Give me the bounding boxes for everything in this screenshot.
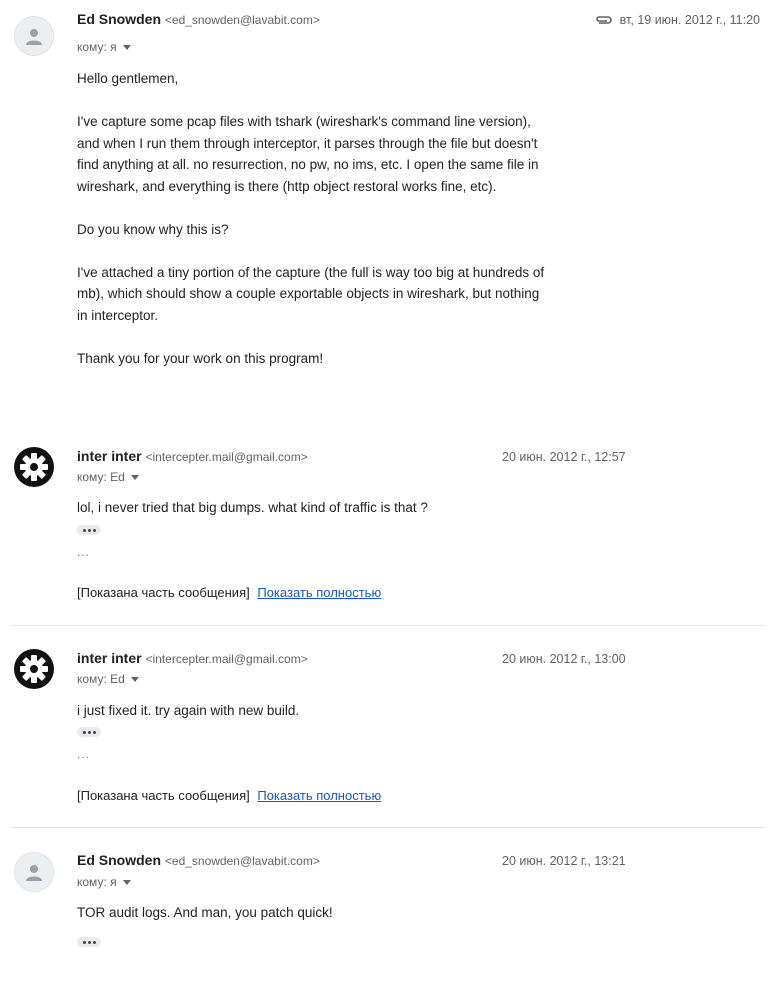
chevron-down-icon	[122, 879, 131, 885]
chevron-down-icon	[122, 44, 131, 50]
chevron-down-icon	[130, 474, 139, 480]
sender-name[interactable]: Ed Snowden	[77, 852, 161, 868]
ellipsis-text: ...	[77, 545, 91, 559]
show-trimmed-content-button[interactable]	[77, 937, 101, 947]
truncated-note: [Показана часть сообщения]	[77, 788, 250, 803]
message-date: 20 июн. 2012 г., 12:57	[502, 450, 626, 464]
show-trimmed-content-button[interactable]	[77, 525, 101, 535]
recipient-label: кому: Ed	[77, 470, 125, 484]
sender-name[interactable]: inter inter	[77, 448, 142, 464]
message-date: 20 июн. 2012 г., 13:21	[502, 854, 626, 868]
show-trimmed-content-button[interactable]	[77, 727, 101, 737]
body-paragraph: I've attached a tiny portion of the capt…	[77, 264, 545, 323]
message-snippet: lol, i never tried that big dumps. what …	[77, 500, 428, 515]
sender-name[interactable]: inter inter	[77, 650, 142, 666]
date-text: 20 июн. 2012 г., 13:00	[502, 652, 626, 666]
message-date: 20 июн. 2012 г., 13:00	[502, 652, 626, 666]
sender-avatar[interactable]	[14, 649, 54, 689]
recipient-toggle[interactable]: кому: Ed	[77, 672, 139, 686]
recipient-label: кому: я	[77, 40, 117, 54]
truncated-notice: [Показана часть сообщения] Показать полн…	[77, 788, 381, 803]
date-text: 20 июн. 2012 г., 12:57	[502, 450, 626, 464]
ellipsis-text: ...	[77, 747, 91, 761]
truncated-notice: [Показана часть сообщения] Показать полн…	[77, 585, 381, 600]
person-icon	[26, 865, 42, 881]
message-snippet: TOR audit logs. And man, you patch quick…	[77, 905, 333, 920]
date-text: вт, 19 июн. 2012 г., 11:20	[619, 13, 760, 27]
sender-avatar[interactable]	[14, 852, 54, 892]
date-text: 20 июн. 2012 г., 13:21	[502, 854, 626, 868]
divider	[10, 625, 766, 626]
sender-email: <ed_snowden@lavabit.com>	[164, 13, 320, 27]
body-paragraph: Do you know why this is?	[77, 221, 229, 237]
recipient-toggle[interactable]: кому: я	[77, 875, 131, 889]
sender-line: Ed Snowden <ed_snowden@lavabit.com>	[77, 852, 320, 868]
message-snippet: i just fixed it. try again with new buil…	[77, 703, 300, 718]
message-body: Hello gentlemen, I've capture some pcap …	[77, 68, 547, 369]
body-paragraph: Hello gentlemen,	[77, 71, 179, 86]
gear-icon	[20, 655, 48, 683]
sender-line: inter inter <intercepter.mail@gmail.com>	[77, 650, 308, 666]
sender-avatar[interactable]	[14, 16, 54, 56]
paperclip-icon	[595, 16, 612, 24]
message-date: вт, 19 июн. 2012 г., 11:20	[594, 13, 760, 27]
sender-avatar[interactable]	[14, 447, 54, 487]
recipient-label: кому: Ed	[77, 672, 125, 686]
divider	[10, 827, 766, 828]
sender-line: Ed Snowden <ed_snowden@lavabit.com>	[77, 11, 320, 27]
chevron-down-icon	[130, 676, 139, 682]
recipient-toggle[interactable]: кому: я	[77, 40, 131, 54]
sender-line: inter inter <intercepter.mail@gmail.com>	[77, 448, 308, 464]
show-full-message-link[interactable]: Показать полностью	[257, 788, 381, 803]
sender-email: <ed_snowden@lavabit.com>	[164, 854, 320, 868]
person-icon	[26, 29, 42, 45]
body-paragraph: I've capture some pcap files with tshark…	[77, 114, 539, 194]
body-paragraph: Thank you for your work on this program!	[77, 350, 324, 366]
recipient-label: кому: я	[77, 875, 117, 889]
show-full-message-link[interactable]: Показать полностью	[257, 585, 381, 600]
sender-email: <intercepter.mail@gmail.com>	[145, 450, 308, 464]
gear-icon	[20, 453, 48, 481]
sender-email: <intercepter.mail@gmail.com>	[145, 652, 308, 666]
recipient-toggle[interactable]: кому: Ed	[77, 470, 139, 484]
truncated-note: [Показана часть сообщения]	[77, 585, 250, 600]
sender-name[interactable]: Ed Snowden	[77, 11, 161, 27]
